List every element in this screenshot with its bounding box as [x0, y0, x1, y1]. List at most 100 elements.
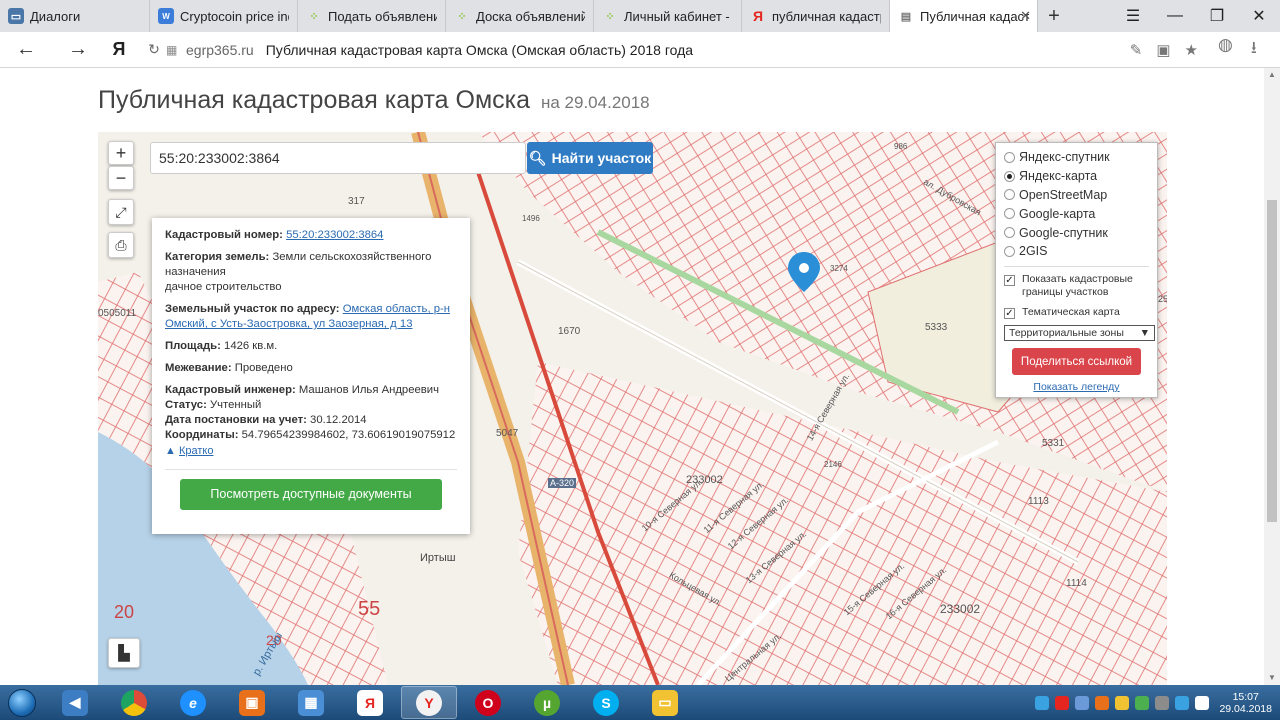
- print-icon[interactable]: ⎙: [108, 232, 134, 258]
- tab-dialogs[interactable]: ▭ Диалоги: [0, 0, 150, 32]
- minimize-button[interactable]: —: [1154, 0, 1196, 32]
- tray-icon[interactable]: [1075, 695, 1090, 710]
- share-link-button[interactable]: Поделиться ссылкой: [1012, 348, 1141, 376]
- radio-icon[interactable]: [1004, 151, 1015, 163]
- zoom-in-button[interactable]: +: [108, 141, 134, 165]
- tray-icon[interactable]: [1195, 695, 1210, 710]
- scroll-up-icon[interactable]: ▲: [1264, 68, 1280, 82]
- tray-icon[interactable]: [1175, 695, 1190, 710]
- layer-option[interactable]: Google-карта: [1004, 204, 1149, 223]
- taskbar-app[interactable]: [106, 686, 162, 719]
- yandex-browser-icon: Y: [416, 689, 442, 716]
- tray-icon[interactable]: [1135, 695, 1150, 710]
- tab-yandex-search[interactable]: Я публичная кадастр: [742, 0, 890, 32]
- radio-icon[interactable]: [1004, 227, 1015, 239]
- layer-option[interactable]: OpenStreetMap: [1004, 186, 1149, 205]
- menu-icon[interactable]: ☰: [1112, 0, 1154, 32]
- close-window-button[interactable]: ✕: [1238, 0, 1280, 32]
- page-scrollbar[interactable]: ▲ ▼: [1264, 68, 1280, 685]
- radio-icon[interactable]: [1004, 208, 1015, 220]
- avito-icon: ⁘: [605, 10, 615, 23]
- tab-crypto[interactable]: W Cryptocoin price inde: [150, 0, 298, 32]
- taskbar-app[interactable]: µ: [519, 686, 575, 719]
- page-info-icon[interactable]: ▦: [166, 43, 186, 57]
- cad-number-link[interactable]: 55:20:233002:3864: [286, 229, 383, 241]
- taskbar-app[interactable]: e: [165, 686, 221, 719]
- yandex-logo-icon[interactable]: Я: [104, 39, 134, 60]
- zone-select[interactable]: Территориальные зоны ▼: [1004, 325, 1155, 342]
- checkbox-checked-icon[interactable]: ✓: [1004, 307, 1015, 319]
- protect-icon[interactable]: ✎: [1130, 41, 1143, 59]
- view-documents-button[interactable]: Посмотреть доступные документы: [180, 479, 442, 510]
- cadastral-map[interactable]: 317 1670 5333 5047 5331 1113 1114 233002…: [98, 132, 1167, 685]
- start-button[interactable]: [0, 685, 44, 720]
- clock[interactable]: 15:07 29.04.2018: [1219, 691, 1272, 715]
- url-field[interactable]: ↻ ▦ egrp365.ru Публичная кадастровая кар…: [142, 36, 1204, 64]
- vk-icon: ▭: [8, 8, 24, 24]
- globe-icon[interactable]: ◍: [1218, 35, 1233, 64]
- dropdown-arrow-icon: ▼: [1139, 327, 1150, 340]
- url-page-title: Публичная кадастровая карта Омска (Омска…: [265, 41, 694, 58]
- tab-board[interactable]: ⁘ Доска объявлений с: [446, 0, 594, 32]
- tab-label: Подать объявление: [328, 8, 437, 24]
- tray-icon[interactable]: [1035, 695, 1050, 710]
- back-button[interactable]: ←: [0, 32, 52, 68]
- tab-cadastral-map[interactable]: ▤ Публичная кадаст ✕: [890, 0, 1038, 32]
- bookmark-star-icon[interactable]: ★: [1185, 41, 1198, 59]
- close-tab-icon[interactable]: ✕: [1020, 8, 1031, 24]
- coordinates-value: 54.79654239984602, 73.60619019075912: [241, 429, 456, 441]
- tray-icon[interactable]: [1055, 695, 1070, 710]
- engineer-value: Машанов Илья Андреевич: [298, 384, 439, 396]
- show-borders-option[interactable]: ✓ Показать кадастровые границы участков: [1004, 273, 1149, 300]
- cad-number-label: Кадастровый номер:: [165, 229, 283, 241]
- control-panel-icon: ▦: [298, 689, 324, 716]
- tab-label: Доска объявлений с: [476, 8, 585, 24]
- reader-mode-icon[interactable]: ▣: [1156, 41, 1170, 59]
- caret-up-icon: ▲: [165, 445, 176, 457]
- tray-icon[interactable]: [1095, 695, 1110, 710]
- tab-label: Диалоги: [30, 8, 81, 24]
- thematic-map-option[interactable]: ✓ Тематическая карта: [1004, 306, 1149, 320]
- checkbox-checked-icon[interactable]: ✓: [1004, 274, 1015, 286]
- windows-logo-icon: [8, 688, 36, 717]
- reload-icon[interactable]: ↻: [142, 41, 166, 58]
- layer-option[interactable]: 2GIS: [1004, 242, 1149, 261]
- skype-icon: S: [593, 689, 619, 716]
- tab-account[interactable]: ⁘ Личный кабинет - М: [594, 0, 742, 32]
- radio-selected-icon[interactable]: [1004, 170, 1015, 182]
- tab-post-ad[interactable]: ⁘ Подать объявление: [298, 0, 446, 32]
- taskbar-app[interactable]: ▭: [637, 686, 693, 719]
- ruler-icon[interactable]: ▙: [108, 638, 140, 668]
- tray-icon[interactable]: [1155, 695, 1170, 710]
- show-legend-link[interactable]: Показать легенду: [1004, 381, 1149, 393]
- fullscreen-icon[interactable]: ⤢: [108, 199, 134, 225]
- layer-option[interactable]: Яндекс-карта: [1004, 167, 1149, 186]
- layer-label: Google-карта: [1019, 206, 1096, 221]
- layer-option[interactable]: Google-спутник: [1004, 223, 1149, 242]
- scroll-down-icon[interactable]: ▼: [1264, 671, 1280, 685]
- scrollbar-thumb[interactable]: [1267, 200, 1277, 522]
- radio-icon[interactable]: [1004, 245, 1015, 257]
- taskbar-app[interactable]: ▦: [283, 686, 339, 719]
- layer-label: 2GIS: [1019, 244, 1048, 259]
- taskbar-app[interactable]: S: [578, 686, 634, 719]
- find-plot-button[interactable]: 🔍︎ Найти участок: [527, 142, 653, 174]
- radio-icon[interactable]: [1004, 189, 1015, 201]
- forward-button[interactable]: →: [52, 32, 104, 68]
- taskbar-app[interactable]: Я: [342, 686, 398, 719]
- taskbar-app[interactable]: O: [460, 686, 516, 719]
- taskbar-app[interactable]: ◀: [47, 686, 103, 719]
- layers-panel: Яндекс-спутник Яндекс-карта OpenStreetMa…: [995, 142, 1158, 398]
- download-icon[interactable]: ⭳: [1251, 35, 1257, 64]
- maximize-button[interactable]: ❐: [1196, 0, 1238, 32]
- layer-option[interactable]: Яндекс-спутник: [1004, 148, 1149, 167]
- land-category-label: Категория земель:: [165, 251, 270, 263]
- zoom-out-button[interactable]: −: [108, 166, 134, 190]
- new-tab-button[interactable]: +: [1038, 0, 1070, 32]
- tray-icon[interactable]: [1115, 695, 1130, 710]
- taskbar-app[interactable]: Y: [401, 686, 457, 719]
- taskbar-app[interactable]: ▣: [224, 686, 280, 719]
- page-heading: Публичная кадастровая карта Омска: [98, 86, 531, 114]
- cadastral-search-input[interactable]: 55:20:233002:3864: [150, 142, 526, 174]
- collapse-link[interactable]: ▲ Кратко: [165, 444, 457, 459]
